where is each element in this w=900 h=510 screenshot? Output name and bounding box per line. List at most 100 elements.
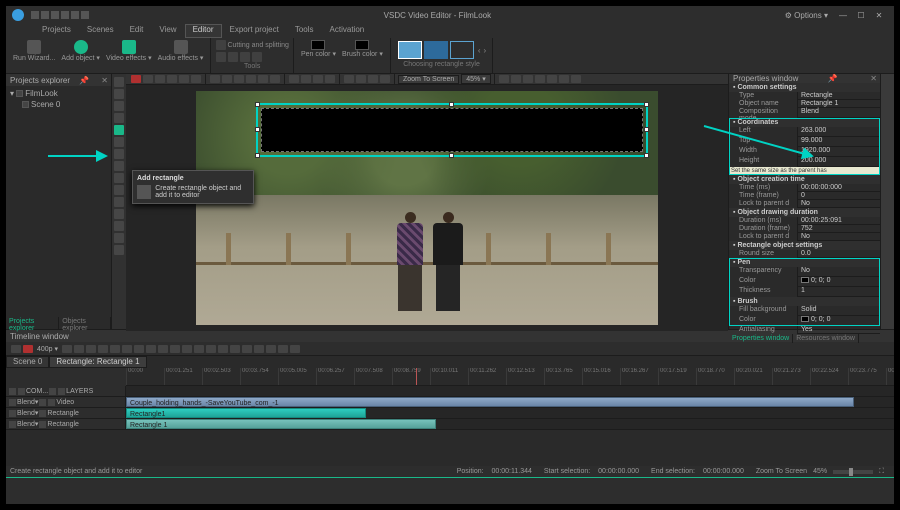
tab-properties[interactable]: Properties window	[729, 334, 793, 343]
eye-icon[interactable]	[9, 421, 16, 428]
vt-line-icon[interactable]	[114, 101, 124, 111]
menu-edit[interactable]: Edit	[122, 24, 152, 38]
zoom-mode-select[interactable]: Zoom To Screen	[398, 75, 459, 84]
track-video-label[interactable]: Video	[56, 399, 74, 406]
tb-misc-6[interactable]	[559, 75, 569, 83]
tl-tool-11[interactable]	[266, 345, 276, 353]
tl-prev-icon[interactable]	[62, 345, 72, 353]
tool-icon-2[interactable]	[228, 52, 238, 62]
clip-video[interactable]: Couple_holding_hands_-SaveYouTube_com_-1	[126, 397, 854, 407]
vt-free-icon[interactable]	[114, 149, 124, 159]
right-scrollbar[interactable]	[880, 74, 894, 329]
rect-preset-prev[interactable]: ‹	[478, 46, 481, 55]
tb-misc-5[interactable]	[547, 75, 557, 83]
rectangle-object[interactable]	[256, 103, 648, 157]
tl-stop-icon[interactable]	[11, 345, 21, 353]
run-wizard-button[interactable]: Run Wizard...	[10, 39, 58, 64]
tb-misc-3[interactable]	[523, 75, 533, 83]
cut-icon[interactable]	[216, 40, 226, 50]
brush-color-button[interactable]: Brush color ▾	[339, 39, 386, 60]
tb-delete-icon[interactable]	[131, 75, 141, 83]
sect-pen[interactable]: ▪ Pen	[729, 258, 880, 267]
menu-activation[interactable]: Activation	[322, 24, 373, 38]
tb-order-4[interactable]	[380, 75, 390, 83]
lock-icon[interactable]	[18, 388, 25, 395]
vt-rectangle-icon[interactable]	[114, 125, 124, 135]
tb-misc-7[interactable]	[571, 75, 581, 83]
blend-mode[interactable]: Blend	[17, 410, 35, 417]
tl-tool-8[interactable]	[230, 345, 240, 353]
prop-dur-ms[interactable]: 00:00:25:091	[797, 217, 880, 225]
resize-handle-bl[interactable]	[255, 153, 260, 158]
tb-arrange-2[interactable]	[301, 75, 311, 83]
resize-handle-tl[interactable]	[255, 102, 260, 107]
rect-preset-3[interactable]	[450, 41, 474, 59]
tl-tool-1[interactable]	[146, 345, 156, 353]
tb-cut-icon[interactable]	[143, 75, 153, 83]
close-button[interactable]: ✕	[870, 11, 888, 20]
vt-tooltip-icon[interactable]	[114, 209, 124, 219]
tb-misc-1[interactable]	[499, 75, 509, 83]
tb-arrange-3[interactable]	[313, 75, 323, 83]
vt-text-icon[interactable]	[114, 89, 124, 99]
panel-pin-icon[interactable]: 📌	[79, 76, 89, 85]
vt-counter-icon[interactable]	[114, 197, 124, 207]
tb-order-3[interactable]	[368, 75, 378, 83]
tl-loop-icon[interactable]	[110, 345, 120, 353]
blend-mode[interactable]: Blend	[17, 421, 35, 428]
tb-copy-icon[interactable]	[155, 75, 165, 83]
eye-icon[interactable]	[9, 388, 16, 395]
tb-align-4[interactable]	[246, 75, 256, 83]
qa-save-icon[interactable]	[51, 11, 59, 19]
tb-align-5[interactable]	[258, 75, 268, 83]
zoom-slider[interactable]	[833, 470, 873, 474]
tl-tool-5[interactable]	[194, 345, 204, 353]
status-zoom-pct[interactable]: 45%	[813, 468, 827, 475]
timeline-tab-scene[interactable]: Scene 0	[6, 356, 49, 368]
sect-ros[interactable]: ▪ Rectangle object settings	[729, 241, 880, 250]
tl-ff-icon[interactable]	[86, 345, 96, 353]
eye-icon[interactable]	[9, 410, 16, 417]
vt-shape-icon[interactable]	[114, 173, 124, 183]
vt-spray-icon[interactable]	[114, 185, 124, 195]
tab-projects-explorer[interactable]: Projects explorer	[6, 317, 59, 329]
prop-aa[interactable]: Yes	[797, 326, 880, 334]
menu-projects[interactable]: Projects	[34, 24, 79, 38]
titlebar[interactable]: VSDC Video Editor - FilmLook ⚙ Options ▾…	[6, 6, 894, 24]
vt-pointer-icon[interactable]	[114, 77, 124, 87]
tool-icon-4[interactable]	[252, 52, 262, 62]
prop-fill[interactable]: Solid	[797, 306, 880, 316]
tl-mark-in[interactable]	[122, 345, 132, 353]
menu-scenes[interactable]: Scenes	[79, 24, 122, 38]
rect-preset-2[interactable]	[424, 41, 448, 59]
qa-undo-icon[interactable]	[61, 11, 69, 19]
menu-view[interactable]: View	[151, 24, 184, 38]
prop-time-fr[interactable]: 0	[797, 192, 880, 200]
blend-mode[interactable]: Blend	[17, 399, 35, 406]
tl-mark-out[interactable]	[134, 345, 144, 353]
timeline-ruler[interactable]: 00:0000:01.25100:02.50300:03.75400:05.00…	[126, 368, 894, 386]
clip-rect2[interactable]: Rectangle 1	[126, 419, 436, 429]
sect-common[interactable]: ▪ Common settings	[729, 83, 880, 92]
vt-sub-icon[interactable]	[114, 221, 124, 231]
resize-handle-tc[interactable]	[449, 102, 454, 107]
prop-round[interactable]: 0.0	[797, 250, 880, 258]
qa-more-icon[interactable]	[81, 11, 89, 19]
rect-preset-1[interactable]	[398, 41, 422, 59]
resize-handle-tr[interactable]	[644, 102, 649, 107]
tl-tool-6[interactable]	[206, 345, 216, 353]
prop-transp[interactable]: No	[797, 267, 880, 277]
prop-dur-fr[interactable]: 752	[797, 225, 880, 233]
options-button[interactable]: ⚙ Options ▾	[785, 11, 828, 20]
tb-order-2[interactable]	[356, 75, 366, 83]
prop-thick[interactable]: 1	[797, 287, 880, 297]
add-object-button[interactable]: Add object ▾	[58, 39, 103, 64]
tl-tool-13[interactable]	[290, 345, 300, 353]
prop-time-ms[interactable]: 00:00:00:000	[797, 184, 880, 192]
prop-name[interactable]: Rectangle 1	[797, 100, 880, 108]
tl-tool-7[interactable]	[218, 345, 228, 353]
resize-handle-mr[interactable]	[644, 127, 649, 132]
tb-misc-2[interactable]	[511, 75, 521, 83]
tb-order-1[interactable]	[344, 75, 354, 83]
sect-oct[interactable]: ▪ Object creation time	[729, 175, 880, 184]
